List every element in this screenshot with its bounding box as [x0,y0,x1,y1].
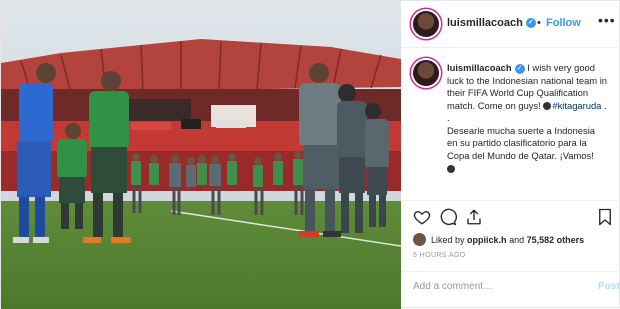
soccer-ball-icon [543,102,552,111]
liker-avatar[interactable] [413,233,426,246]
caption-username[interactable]: luismillacoach [447,62,512,73]
action-bar [401,206,620,230]
liker-username[interactable]: oppiick.h [467,235,507,245]
header-username-text[interactable]: luismillacoach [447,17,523,29]
share-icon[interactable] [465,208,483,226]
soccer-ball-icon [447,164,455,173]
post-timestamp[interactable]: 5 HOURS AGO [413,252,466,259]
heart-icon[interactable] [413,208,431,226]
caption-text: luismillacoach ✓ I wish very good luck to… [447,62,607,175]
post-header: luismillacoach ✓ • Follow ••• [401,1,620,48]
post-sidebar: luismillacoach ✓ • Follow ••• luismillaco… [401,1,620,308]
caption-end: . [604,99,607,111]
hashtag-link[interactable]: #kitagaruda [552,100,601,111]
likes-others[interactable]: 75,582 others [527,235,585,245]
caption-dot: . [447,112,450,123]
post-comment-button[interactable]: Post [598,281,620,292]
verified-icon: ✓ [514,63,525,74]
header-username[interactable]: luismillacoach ✓ [447,17,536,29]
caption-avatar[interactable] [413,60,439,86]
divider [401,271,620,272]
verified-icon: ✓ [525,18,536,29]
post-photo[interactable] [1,1,401,309]
separator-dot: • [537,17,541,29]
likes-and: and [509,234,525,245]
likes-summary: Liked by oppiick.h and 75,582 others [413,233,584,246]
avatar[interactable] [413,11,439,37]
instagram-post: luismillacoach ✓ • Follow ••• luismillaco… [0,0,620,309]
likes-prefix: Liked by [431,234,465,245]
comment-input[interactable]: Add a comment… [413,281,583,292]
comment-icon[interactable] [439,208,457,226]
divider [401,200,620,201]
caption-spanish: Desearle mucha suerte a Indonesia en su … [447,124,596,161]
caption: luismillacoach ✓ I wish very good luck to… [401,48,620,200]
follow-button[interactable]: Follow [546,17,581,29]
bookmark-icon[interactable] [596,208,614,226]
team-training-photo [1,1,401,309]
more-icon[interactable]: ••• [598,12,616,28]
